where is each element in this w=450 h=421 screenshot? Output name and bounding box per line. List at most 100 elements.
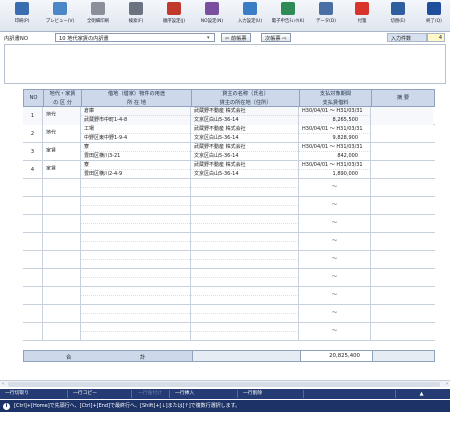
property-cell[interactable]	[81, 287, 191, 305]
row-number[interactable]	[23, 305, 43, 323]
table-row[interactable]: 4 家賃寮豊田区横川2-4-9 武蔵野不動産 株式会社 文京区白山5-36-14 H30…	[23, 161, 435, 179]
property-cell[interactable]	[81, 305, 191, 323]
period-amount-cell[interactable]: ～	[299, 269, 371, 287]
row-number[interactable]	[23, 179, 43, 197]
kubun-cell[interactable]	[43, 197, 81, 215]
table-row[interactable]: ～	[23, 305, 435, 323]
kubun-cell[interactable]	[43, 251, 81, 269]
property-cell[interactable]: 倉庫 武蔵野市中町1-4-8	[81, 107, 191, 125]
note-cell[interactable]	[371, 233, 433, 251]
property-cell[interactable]	[81, 233, 191, 251]
function-key-5[interactable]: 一行削除	[240, 390, 304, 398]
kubun-cell[interactable]	[43, 269, 81, 287]
property-cell[interactable]	[81, 251, 191, 269]
exit-button[interactable]: 終了(Q)	[414, 2, 450, 30]
row-number[interactable]	[23, 269, 43, 287]
property-cell[interactable]	[81, 215, 191, 233]
data-button[interactable]: データ(D)	[306, 2, 346, 30]
row-number[interactable]	[23, 233, 43, 251]
property-cell[interactable]: 寮豊田区横川3-21	[81, 143, 191, 161]
landlord-cell[interactable]	[191, 323, 299, 341]
prev-form-button[interactable]: ⇦ 前帳票	[221, 33, 251, 42]
chevron-down-icon[interactable]: ▾	[207, 35, 213, 41]
number-button[interactable]: NO設定(N)	[192, 2, 232, 30]
note-cell[interactable]	[371, 143, 433, 161]
next-form-button[interactable]: 次帳票 ⇨	[261, 33, 291, 42]
table-row[interactable]: ～	[23, 251, 435, 269]
input-settings-button[interactable]: 入力設定(U)	[230, 2, 270, 30]
table-row[interactable]: ～	[23, 197, 435, 215]
row-number[interactable]	[23, 197, 43, 215]
period-amount-cell[interactable]: H30/04/01 ～ H31/03/31 8,265,500	[299, 107, 371, 125]
function-key-extra[interactable]: ▲	[395, 390, 447, 398]
table-row[interactable]: ～	[23, 215, 435, 233]
period-amount-cell[interactable]: ～	[299, 215, 371, 233]
e-check-button[interactable]: 電子申告ﾁｪｯｸ(K)	[268, 2, 308, 30]
switch-button[interactable]: 切替(E)	[378, 2, 418, 30]
table-row[interactable]: ～	[23, 287, 435, 305]
note-cell[interactable]	[371, 305, 433, 323]
note-cell[interactable]	[371, 215, 433, 233]
landlord-cell[interactable]	[191, 233, 299, 251]
landlord-cell[interactable]: 武蔵野不動産 株式会社 文京区白山5-36-14	[191, 125, 299, 143]
table-row[interactable]: ～	[23, 269, 435, 287]
table-row[interactable]: ～	[23, 233, 435, 251]
period-amount-cell[interactable]: ～	[299, 197, 371, 215]
property-cell[interactable]	[81, 197, 191, 215]
kubun-cell[interactable]: 地代	[43, 125, 81, 143]
printer-button[interactable]: 印刷(P)	[2, 2, 42, 30]
note-cell[interactable]	[371, 179, 433, 197]
landlord-cell[interactable]	[191, 215, 299, 233]
kubun-cell[interactable]: 家賃	[43, 143, 81, 161]
kubun-cell[interactable]	[43, 215, 81, 233]
preview-button[interactable]: プレビュー(V)	[40, 2, 80, 30]
table-row[interactable]: 1 地代 倉庫 武蔵野市中町1-4-8 武蔵野不動産 株式会社 文京区白山5-36-14 H…	[23, 107, 435, 125]
period-amount-cell[interactable]: ～	[299, 179, 371, 197]
print-all-button[interactable]: 全明細印刷	[78, 2, 118, 30]
row-number[interactable]: 1	[23, 107, 43, 125]
kubun-cell[interactable]: 地代	[43, 107, 81, 125]
property-cell[interactable]	[81, 179, 191, 197]
row-number[interactable]	[23, 251, 43, 269]
sticky-note-button[interactable]: 付箋	[342, 2, 382, 30]
period-amount-cell[interactable]: H30/04/01 ～ H31/03/31 9,828,900	[299, 125, 371, 143]
landlord-cell[interactable]	[191, 197, 299, 215]
table-row[interactable]: ～	[23, 323, 435, 341]
note-cell[interactable]	[371, 197, 433, 215]
period-amount-cell[interactable]: ～	[299, 287, 371, 305]
kubun-cell[interactable]: 家賃	[43, 161, 81, 179]
landlord-cell[interactable]	[191, 179, 299, 197]
landlord-cell[interactable]: 武蔵野不動産 株式会社 文京区白山5-36-14	[191, 107, 299, 125]
landlord-cell[interactable]	[191, 287, 299, 305]
period-amount-cell[interactable]: H30/04/01 ～ H31/03/31 842,000	[299, 143, 371, 161]
property-cell[interactable]	[81, 269, 191, 287]
row-number[interactable]: 3	[23, 143, 43, 161]
period-amount-cell[interactable]: ～	[299, 233, 371, 251]
kubun-cell[interactable]	[43, 305, 81, 323]
property-cell[interactable]: 工場 中野区東中野1-9-4	[81, 125, 191, 143]
kubun-cell[interactable]	[43, 233, 81, 251]
kubun-cell[interactable]	[43, 287, 81, 305]
landlord-cell[interactable]: 武蔵野不動産 株式会社 文京区白山5-36-14	[191, 143, 299, 161]
note-cell[interactable]	[371, 107, 433, 125]
scroll-right-icon[interactable]: ›	[446, 381, 448, 387]
scrollbar-thumb[interactable]	[8, 382, 440, 387]
function-key-4[interactable]: 一行挿入	[172, 390, 238, 398]
kubun-cell[interactable]	[43, 179, 81, 197]
landlord-cell[interactable]	[191, 305, 299, 323]
form-select[interactable]: 10 地代家賃の内訳書 ▾	[55, 33, 215, 42]
property-cell[interactable]	[81, 323, 191, 341]
period-amount-cell[interactable]: ～	[299, 323, 371, 341]
function-key-2[interactable]: 一行コピー	[70, 390, 132, 398]
row-number[interactable]	[23, 323, 43, 341]
note-cell[interactable]	[371, 125, 433, 143]
row-number[interactable]	[23, 215, 43, 233]
note-cell[interactable]	[371, 323, 433, 341]
table-row[interactable]: ～	[23, 179, 435, 197]
search-button[interactable]: 検索(F)	[116, 2, 156, 30]
order-button[interactable]: 順序設定(J)	[154, 2, 194, 30]
period-amount-cell[interactable]: ～	[299, 251, 371, 269]
table-row[interactable]: 2 地代 工場 中野区東中野1-9-4 武蔵野不動産 株式会社 文京区白山5-36-14 H…	[23, 125, 435, 143]
landlord-cell[interactable]: 武蔵野不動産 株式会社 文京区白山5-36-14	[191, 161, 299, 179]
period-amount-cell[interactable]: ～	[299, 305, 371, 323]
